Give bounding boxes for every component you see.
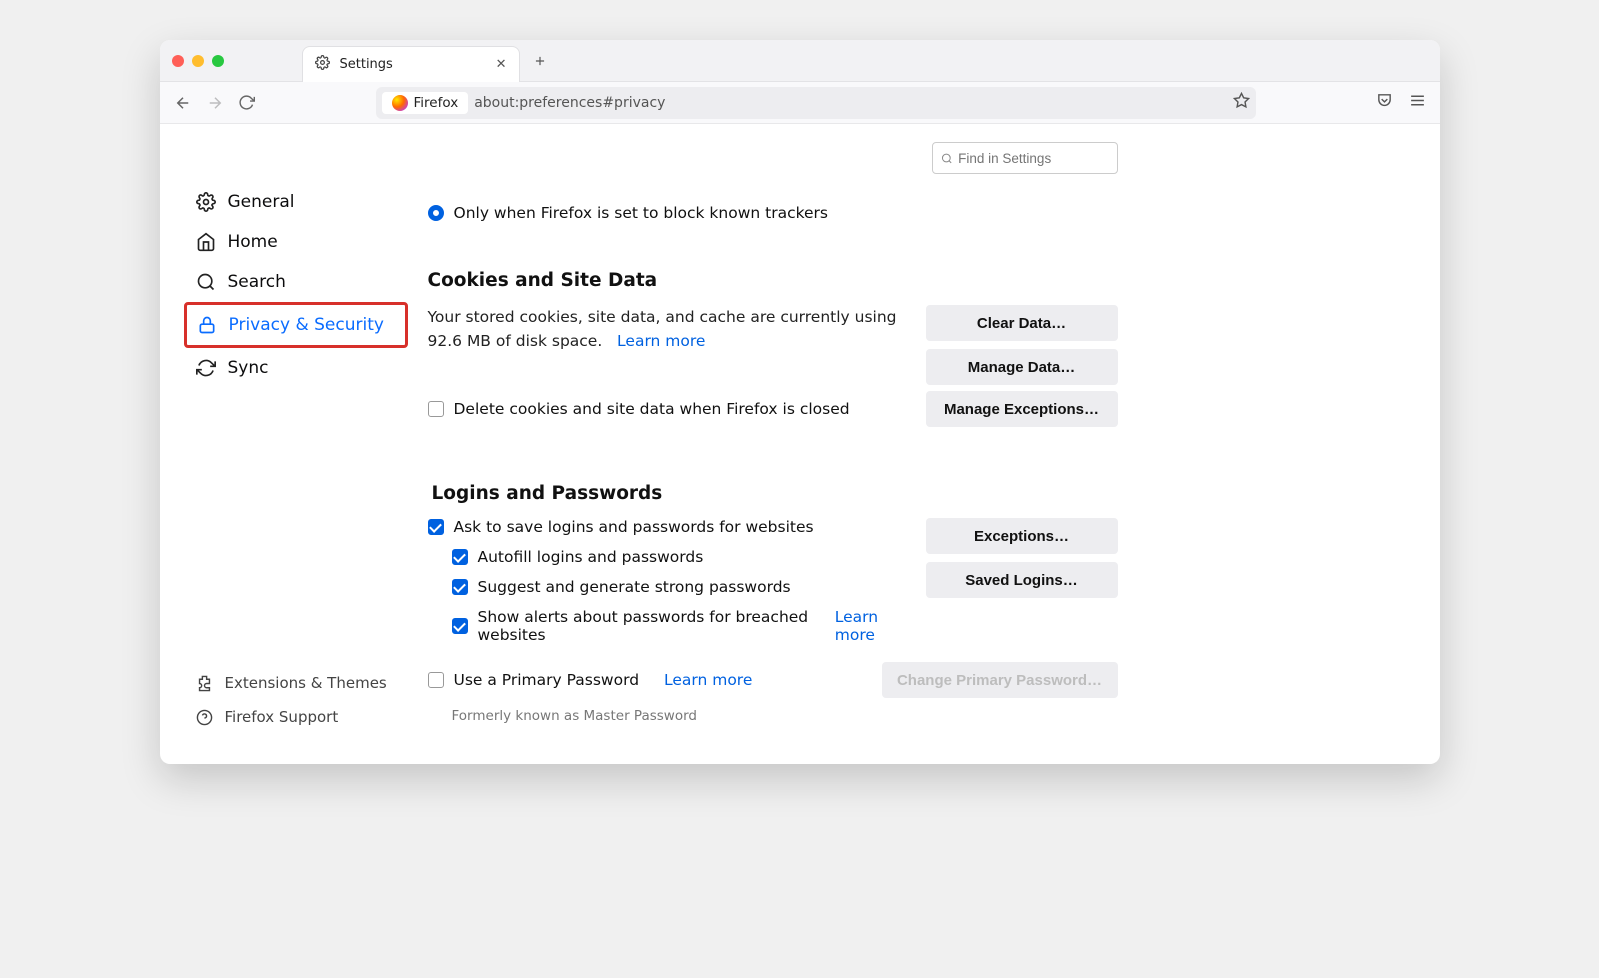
titlebar: Settings ✕ (160, 40, 1440, 82)
sidebar-item-sync[interactable]: Sync (188, 348, 408, 388)
sidebar-item-label: Privacy & Security (229, 315, 384, 335)
suggest-pw-checkbox[interactable] (452, 579, 468, 595)
browser-tab[interactable]: Settings ✕ (302, 46, 520, 82)
back-button[interactable] (174, 94, 192, 112)
sidebar-item-label: Extensions & Themes (225, 674, 387, 692)
new-tab-button[interactable] (526, 47, 554, 75)
sidebar-item-label: Firefox Support (225, 708, 339, 726)
primary-pw-checkbox[interactable] (428, 672, 444, 688)
sidebar-item-home[interactable]: Home (188, 222, 408, 262)
sidebar: General Home Search Privacy & Security S… (188, 142, 408, 734)
logins-heading: Logins and Passwords (432, 483, 1118, 504)
cookies-learn-more-link[interactable]: Learn more (617, 332, 705, 350)
suggest-pw-label: Suggest and generate strong passwords (478, 578, 791, 596)
radio-selected-icon (428, 205, 444, 221)
close-icon[interactable]: ✕ (496, 57, 507, 72)
toolbar-right (1376, 92, 1426, 113)
manage-exceptions-button[interactable]: Manage Exceptions… (926, 391, 1118, 427)
window-minimize-button[interactable] (192, 55, 204, 67)
breach-alert-checkbox[interactable] (452, 618, 468, 634)
url-bar[interactable]: Firefox about:preferences#privacy (376, 87, 1256, 119)
login-exceptions-button[interactable]: Exceptions… (926, 518, 1118, 554)
delete-on-close-checkbox[interactable] (428, 401, 444, 417)
gear-icon (315, 55, 330, 74)
cookies-heading: Cookies and Site Data (428, 270, 1118, 291)
firefox-logo-icon (392, 95, 408, 111)
window-maximize-button[interactable] (212, 55, 224, 67)
sidebar-item-extensions[interactable]: Extensions & Themes (188, 666, 408, 700)
menu-icon[interactable] (1409, 92, 1426, 113)
change-primary-pw-button: Change Primary Password… (882, 662, 1118, 698)
saved-logins-button[interactable]: Saved Logins… (926, 562, 1118, 598)
primary-pw-hint: Formerly known as Master Password (452, 708, 1118, 724)
settings-search-box[interactable] (932, 142, 1118, 174)
main-panel: Only when Firefox is set to block known … (428, 142, 1118, 734)
window-close-button[interactable] (172, 55, 184, 67)
identity-chip[interactable]: Firefox (382, 92, 469, 114)
breach-learn-more-link[interactable]: Learn more (835, 608, 908, 644)
primary-pw-label: Use a Primary Password (454, 671, 640, 689)
toolbar: Firefox about:preferences#privacy (160, 82, 1440, 124)
identity-label: Firefox (414, 95, 459, 111)
sidebar-item-search[interactable]: Search (188, 262, 408, 302)
browser-window: Settings ✕ Firefox about:preferences#pri… (160, 40, 1440, 764)
forward-button[interactable] (206, 94, 224, 112)
pocket-icon[interactable] (1376, 92, 1393, 113)
sidebar-item-privacy[interactable]: Privacy & Security (184, 302, 408, 348)
dnt-radio-row[interactable]: Only when Firefox is set to block known … (428, 204, 1118, 222)
url-text: about:preferences#privacy (474, 95, 665, 111)
sidebar-item-label: Search (228, 272, 286, 292)
delete-on-close-label: Delete cookies and site data when Firefo… (454, 397, 850, 421)
traffic-lights (172, 55, 224, 67)
autofill-checkbox[interactable] (452, 549, 468, 565)
sidebar-item-label: Sync (228, 358, 269, 378)
autofill-label: Autofill logins and passwords (478, 548, 704, 566)
ask-save-checkbox[interactable] (428, 519, 444, 535)
radio-label: Only when Firefox is set to block known … (454, 204, 829, 222)
settings-content: General Home Search Privacy & Security S… (160, 124, 1440, 764)
manage-data-button[interactable]: Manage Data… (926, 349, 1118, 385)
search-input[interactable] (958, 151, 1108, 166)
cookies-description: Your stored cookies, site data, and cach… (428, 305, 908, 353)
sidebar-item-label: General (228, 192, 295, 212)
sidebar-item-support[interactable]: Firefox Support (188, 700, 408, 734)
bookmark-star-icon[interactable] (1233, 92, 1250, 113)
reload-button[interactable] (238, 94, 256, 112)
ask-save-label: Ask to save logins and passwords for web… (454, 518, 814, 536)
sidebar-bottom: Extensions & Themes Firefox Support (188, 626, 408, 734)
nav-buttons (174, 94, 256, 112)
sidebar-item-general[interactable]: General (188, 182, 408, 222)
tab-title: Settings (340, 57, 486, 72)
clear-data-button[interactable]: Clear Data… (926, 305, 1118, 341)
breach-alert-label: Show alerts about passwords for breached… (478, 608, 810, 644)
primary-learn-more-link[interactable]: Learn more (664, 671, 752, 689)
sidebar-item-label: Home (228, 232, 278, 252)
